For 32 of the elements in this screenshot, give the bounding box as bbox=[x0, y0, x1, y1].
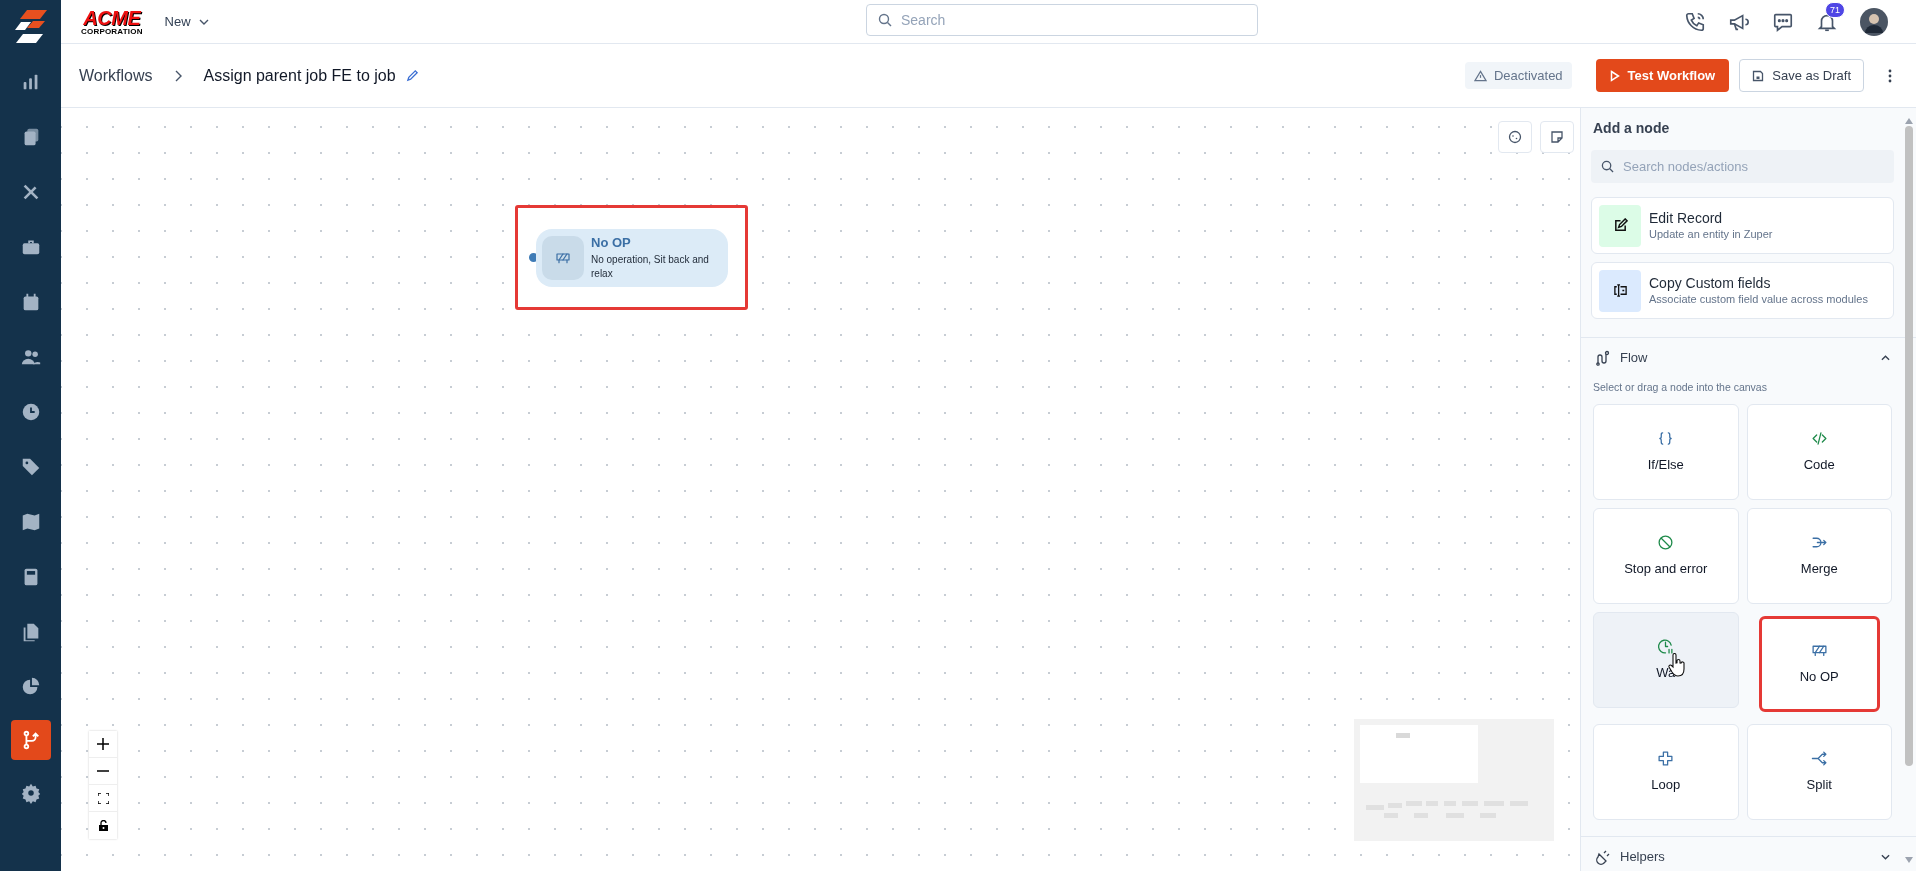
node-title: No OP bbox=[591, 234, 632, 251]
action-card[interactable]: Copy Custom fields Associate custom field value across modules bbox=[1591, 262, 1894, 319]
search-field[interactable]: Search bbox=[866, 4, 1258, 36]
notification-count: 71 bbox=[1825, 1, 1845, 18]
node-tile[interactable]: Split bbox=[1746, 723, 1892, 820]
workflow-node[interactable]: No OP No operation, Sit back and relax bbox=[536, 228, 728, 287]
save-draft-button[interactable]: Save as Draft bbox=[1739, 59, 1864, 92]
node-tile[interactable]: Code bbox=[1746, 403, 1892, 500]
logo-subtitle: CORPORATION bbox=[81, 27, 143, 36]
action-description: Associate custom field value across modules bbox=[1649, 292, 1868, 307]
node-tile[interactable]: Merge bbox=[1746, 507, 1892, 604]
node-tile[interactable]: No OP bbox=[1758, 615, 1880, 712]
panel-title: Add a node bbox=[1592, 119, 1671, 138]
section-hint: Select or drag a node into the canvas bbox=[1592, 380, 1768, 395]
node-search-field[interactable]: Search nodes/actions bbox=[1591, 150, 1894, 183]
action-title: Copy Custom fields bbox=[1649, 274, 1772, 292]
logo-title: ACME bbox=[83, 7, 141, 28]
new-menu-button[interactable]: New bbox=[164, 11, 209, 32]
action-description: Update an entity in Zuper bbox=[1649, 227, 1773, 242]
node-tile[interactable]: Stop and error bbox=[1593, 507, 1739, 604]
node-tile[interactable]: If/Else bbox=[1593, 403, 1739, 500]
action-card[interactable]: Edit Record Update an entity in Zuper bbox=[1591, 197, 1894, 254]
company-logo[interactable]: ACME CORPORATION bbox=[81, 7, 143, 36]
section-header[interactable]: Flow bbox=[1591, 338, 1894, 378]
node-description: No operation, Sit back and relax bbox=[591, 252, 710, 281]
breadcrumb-link[interactable]: Workflows bbox=[79, 63, 153, 88]
action-title: Edit Record bbox=[1649, 209, 1724, 227]
status-badge: Deactivated bbox=[1464, 62, 1572, 89]
test-workflow-button[interactable]: Test Workflow bbox=[1595, 59, 1730, 92]
workflow-title: Assign parent job FE to job bbox=[203, 65, 396, 86]
section-header[interactable]: Helpers bbox=[1591, 836, 1894, 871]
node-tile[interactable]: Loop bbox=[1593, 723, 1739, 820]
